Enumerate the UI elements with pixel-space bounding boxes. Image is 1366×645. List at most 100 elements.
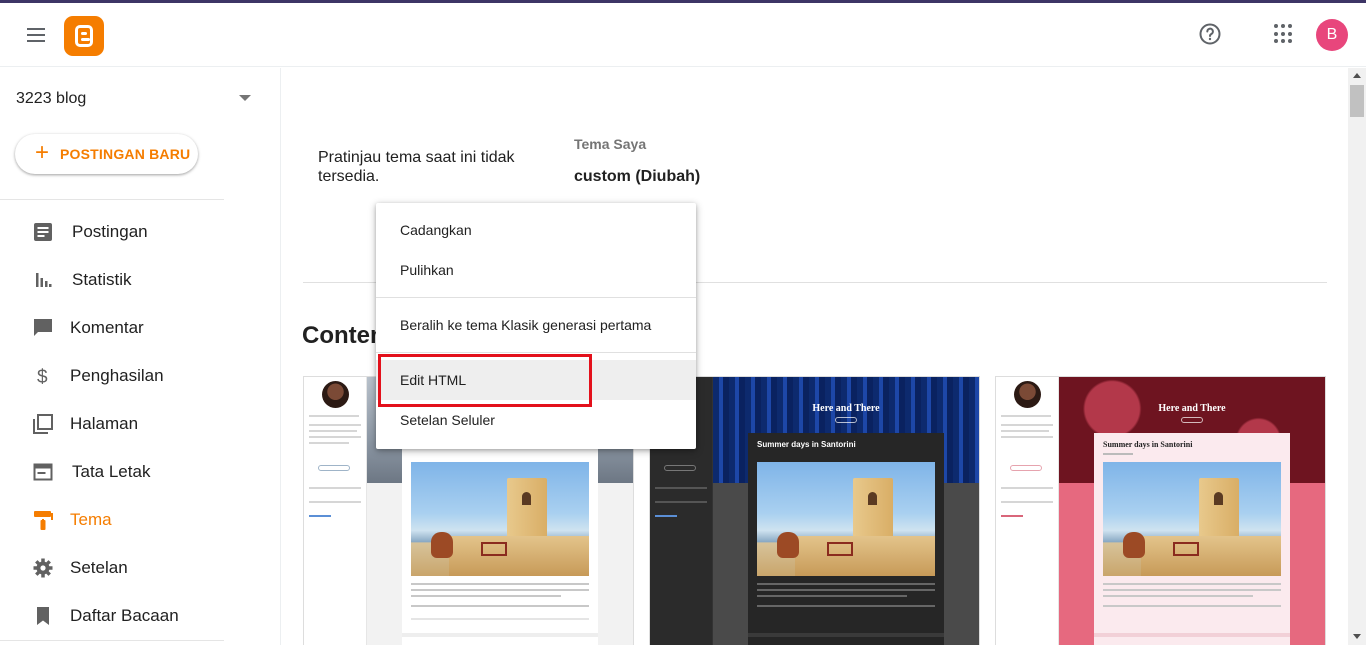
my-theme-label: Tema Saya bbox=[574, 136, 647, 152]
text-line bbox=[411, 589, 589, 591]
layout-icon bbox=[33, 463, 53, 481]
menu-item-label: Beralih ke tema Klasik generasi pertama bbox=[400, 317, 652, 333]
text-line bbox=[1001, 415, 1051, 417]
menu-item-label: Cadangkan bbox=[400, 222, 472, 238]
sidebar: 3223 blog + POSTINGAN BARU Postingan Sta… bbox=[0, 68, 281, 645]
scrollbar-thumb[interactable] bbox=[1350, 85, 1364, 117]
text-line bbox=[1001, 436, 1053, 438]
plus-icon: + bbox=[35, 139, 50, 166]
scroll-down-icon[interactable] bbox=[1353, 634, 1361, 639]
menu-item-label: Setelan Seluler bbox=[400, 412, 495, 428]
divider bbox=[0, 199, 224, 200]
text-line bbox=[655, 501, 707, 503]
menu-item-switch-classic[interactable]: Beralih ke tema Klasik generasi pertama bbox=[376, 305, 696, 345]
text-line bbox=[655, 487, 707, 489]
text-line bbox=[757, 589, 935, 591]
menu-item-backup[interactable]: Cadangkan bbox=[376, 210, 696, 250]
sidebar-item-label: Halaman bbox=[70, 414, 139, 433]
divider bbox=[0, 640, 224, 641]
dollar-icon: $ bbox=[37, 367, 48, 387]
profile-photo bbox=[1014, 381, 1041, 408]
card-post bbox=[402, 433, 598, 645]
pages-icon bbox=[33, 414, 53, 434]
card-post-title: Summer days in Santorini bbox=[1103, 440, 1193, 449]
blog-selector[interactable]: 3223 blog bbox=[16, 86, 256, 112]
theme-dropdown-menu: Cadangkan Pulihkan Beralih ke tema Klasi… bbox=[376, 203, 696, 449]
theme-icon bbox=[34, 511, 53, 530]
sidebar-item-penghasilan[interactable]: $ Penghasilan bbox=[0, 355, 281, 395]
text-line bbox=[1103, 583, 1281, 585]
my-theme-name: custom (Diubah) bbox=[574, 168, 701, 185]
menu-item-mobile-settings[interactable]: Setelan Seluler bbox=[376, 400, 696, 440]
text-line bbox=[309, 415, 359, 417]
sidebar-item-label: Penghasilan bbox=[70, 366, 164, 385]
blogger-logo[interactable] bbox=[64, 16, 104, 56]
card-header-button bbox=[835, 417, 857, 423]
bookmark-icon bbox=[37, 607, 49, 625]
new-post-button[interactable]: + POSTINGAN BARU bbox=[15, 134, 198, 174]
text-line bbox=[1103, 589, 1281, 591]
card-header-button bbox=[1181, 417, 1203, 423]
preview-unavailable-text: Pratinjau tema saat ini tidak tersedia. bbox=[318, 149, 515, 185]
sidebar-item-label: Komentar bbox=[70, 318, 144, 337]
sidebar-item-label: Daftar Bacaan bbox=[70, 606, 179, 625]
card-post-title: Summer days in Santorini bbox=[757, 440, 856, 449]
card-post: Summer days in Santorini bbox=[1094, 433, 1290, 645]
sidebar-item-tema[interactable]: Tema bbox=[0, 499, 281, 539]
svg-text:$: $ bbox=[37, 367, 48, 387]
menu-divider bbox=[376, 352, 696, 353]
link-line bbox=[309, 515, 331, 517]
chevron-down-icon bbox=[239, 95, 251, 101]
sidebar-item-halaman[interactable]: Halaman bbox=[0, 403, 281, 443]
text-line bbox=[1001, 424, 1053, 426]
text-line bbox=[1103, 595, 1253, 597]
link-line bbox=[655, 515, 677, 517]
text-line bbox=[1001, 487, 1053, 489]
menu-item-restore[interactable]: Pulihkan bbox=[376, 250, 696, 290]
link-line bbox=[1001, 515, 1023, 517]
card-sidebar bbox=[304, 377, 367, 645]
text-line bbox=[1103, 605, 1281, 607]
text-line bbox=[1001, 501, 1053, 503]
card-button bbox=[664, 465, 696, 471]
menu-item-label: Pulihkan bbox=[400, 262, 454, 278]
sidebar-item-komentar[interactable]: Komentar bbox=[0, 307, 281, 347]
sidebar-item-tata-letak[interactable]: Tata Letak bbox=[0, 451, 281, 491]
sidebar-item-statistik[interactable]: Statistik bbox=[0, 259, 281, 299]
scrollbar[interactable] bbox=[1348, 68, 1366, 645]
blog-name: 3223 blog bbox=[16, 90, 87, 107]
sidebar-item-label: Postingan bbox=[72, 222, 148, 241]
apps-icon[interactable] bbox=[1274, 24, 1294, 44]
text-line bbox=[411, 595, 561, 597]
menu-item-edit-html[interactable]: Edit HTML bbox=[376, 360, 696, 400]
text-line bbox=[309, 424, 361, 426]
sidebar-item-label: Setelan bbox=[70, 558, 128, 577]
theme-card-pink[interactable]: Here and There Summer days in Santorini bbox=[995, 376, 1326, 645]
sidebar-item-daftar-bacaan[interactable]: Daftar Bacaan bbox=[0, 595, 281, 635]
text-line bbox=[757, 595, 907, 597]
posts-icon bbox=[34, 223, 52, 241]
post-photo bbox=[1103, 462, 1281, 576]
sidebar-item-setelan[interactable]: Setelan bbox=[0, 547, 281, 587]
profile-photo bbox=[322, 381, 349, 408]
text-line bbox=[1001, 430, 1049, 432]
stats-icon bbox=[36, 273, 52, 287]
post-photo bbox=[757, 462, 935, 576]
sidebar-item-label: Tata Letak bbox=[72, 462, 151, 481]
text-line bbox=[757, 605, 935, 607]
card-button bbox=[318, 465, 350, 471]
card-post: Summer days in Santorini bbox=[748, 433, 944, 645]
text-line bbox=[309, 430, 357, 432]
help-icon[interactable] bbox=[1198, 22, 1222, 46]
second-post bbox=[402, 633, 598, 645]
text-line bbox=[411, 583, 589, 585]
menu-icon[interactable] bbox=[24, 25, 48, 45]
comment-icon bbox=[34, 319, 52, 336]
scroll-up-icon[interactable] bbox=[1353, 73, 1361, 78]
theme-card-dark[interactable]: Here and There Summer days in Santorini bbox=[649, 376, 980, 645]
new-post-label: POSTINGAN BARU bbox=[60, 146, 191, 162]
settings-icon bbox=[33, 558, 53, 578]
sidebar-item-postingan[interactable]: Postingan bbox=[0, 211, 281, 251]
app-header: B bbox=[0, 3, 1366, 67]
avatar[interactable]: B bbox=[1316, 19, 1348, 51]
